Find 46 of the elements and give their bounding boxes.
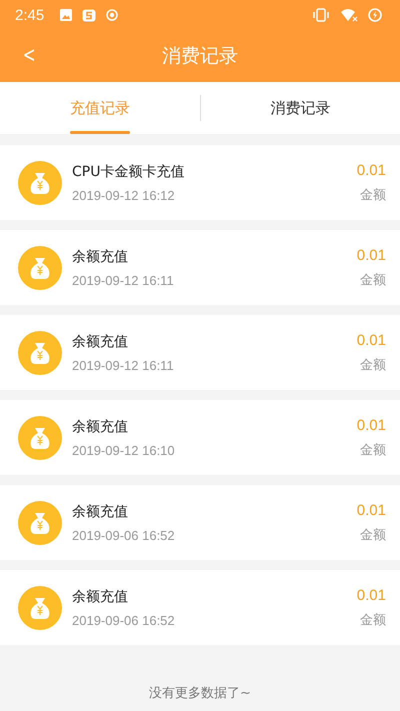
no-more-data-text: 没有更多数据了~ xyxy=(148,685,252,702)
record-amount: 0.01 xyxy=(356,246,386,264)
amount-label: 金额 xyxy=(360,442,386,458)
record-time: 2019-09-12 16:10 xyxy=(72,442,176,458)
record-time: 2019-09-06 16:52 xyxy=(72,528,176,542)
record-title: 余额充值 xyxy=(72,248,129,266)
money-bag-icon xyxy=(18,246,62,290)
record-time: 2019-09-06 16:52 xyxy=(72,612,176,628)
record-card[interactable]: 余额充值 2019-09-06 16:52 0.01 金额 xyxy=(0,485,400,560)
app-icon xyxy=(82,8,96,22)
wifi-icon xyxy=(340,8,358,22)
record-title: 余额充值 xyxy=(72,588,129,606)
record-card[interactable]: 余额充值 2019-09-12 16:11 0.01 金额 xyxy=(0,315,400,390)
record-amount: 0.01 xyxy=(356,332,386,348)
record-amount: 0.01 xyxy=(356,586,386,604)
record-title: 余额充值 xyxy=(72,418,129,436)
record-time: 2019-09-12 16:11 xyxy=(72,358,175,372)
money-bag-icon xyxy=(18,416,62,460)
money-bag-icon xyxy=(18,330,62,374)
record-title: 余额充值 xyxy=(72,332,129,350)
money-bag-icon xyxy=(18,500,62,544)
record-title: CPU卡金额卡充值 xyxy=(72,162,186,180)
record-amount: 0.01 xyxy=(356,162,386,178)
amount-label: 金额 xyxy=(360,612,386,628)
vibrate-icon xyxy=(312,8,330,22)
money-bag-icon xyxy=(18,586,62,630)
record-time: 2019-09-12 16:12 xyxy=(72,188,176,202)
record-time: 2019-09-12 16:11 xyxy=(72,272,175,288)
record-icon xyxy=(106,9,118,21)
record-card[interactable]: 余额充值 2019-09-12 16:10 0.01 金额 xyxy=(0,400,400,475)
amount-label: 金额 xyxy=(360,356,386,374)
amount-label: 金额 xyxy=(360,272,386,288)
battery-icon xyxy=(368,8,382,22)
status-time: 2:45 xyxy=(15,6,44,24)
record-card[interactable]: CPU卡金额卡充值 2019-09-12 16:12 0.01 金额 xyxy=(0,145,400,220)
amount-label: 金额 xyxy=(360,526,386,544)
record-amount: 0.01 xyxy=(356,416,386,434)
page-title: 消费记录 xyxy=(162,44,238,69)
record-title: 余额充值 xyxy=(72,502,129,520)
money-bag-icon xyxy=(18,160,62,204)
tab[interactable]: 消费记录 xyxy=(200,82,400,134)
record-card[interactable]: 余额充值 2019-09-12 16:11 0.01 金额 xyxy=(0,230,400,305)
record-amount: 0.01 xyxy=(356,502,386,518)
image-icon xyxy=(60,9,72,21)
amount-label: 金额 xyxy=(360,186,386,204)
record-card[interactable]: 余额充值 2019-09-06 16:52 0.01 金额 xyxy=(0,570,400,645)
